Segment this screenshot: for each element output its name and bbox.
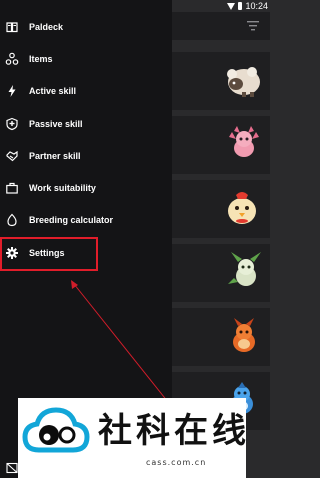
watermark-banner: 社科在线 cass.com.cn	[18, 398, 246, 478]
cloud-logo-icon	[22, 407, 90, 453]
app-screen: 10:24 Paldeck Items Active skill Passive…	[0, 0, 270, 478]
watermark-url: cass.com.cn	[146, 458, 207, 467]
no-image-icon[interactable]	[6, 462, 18, 474]
watermark-title: 社科在线	[98, 411, 250, 451]
